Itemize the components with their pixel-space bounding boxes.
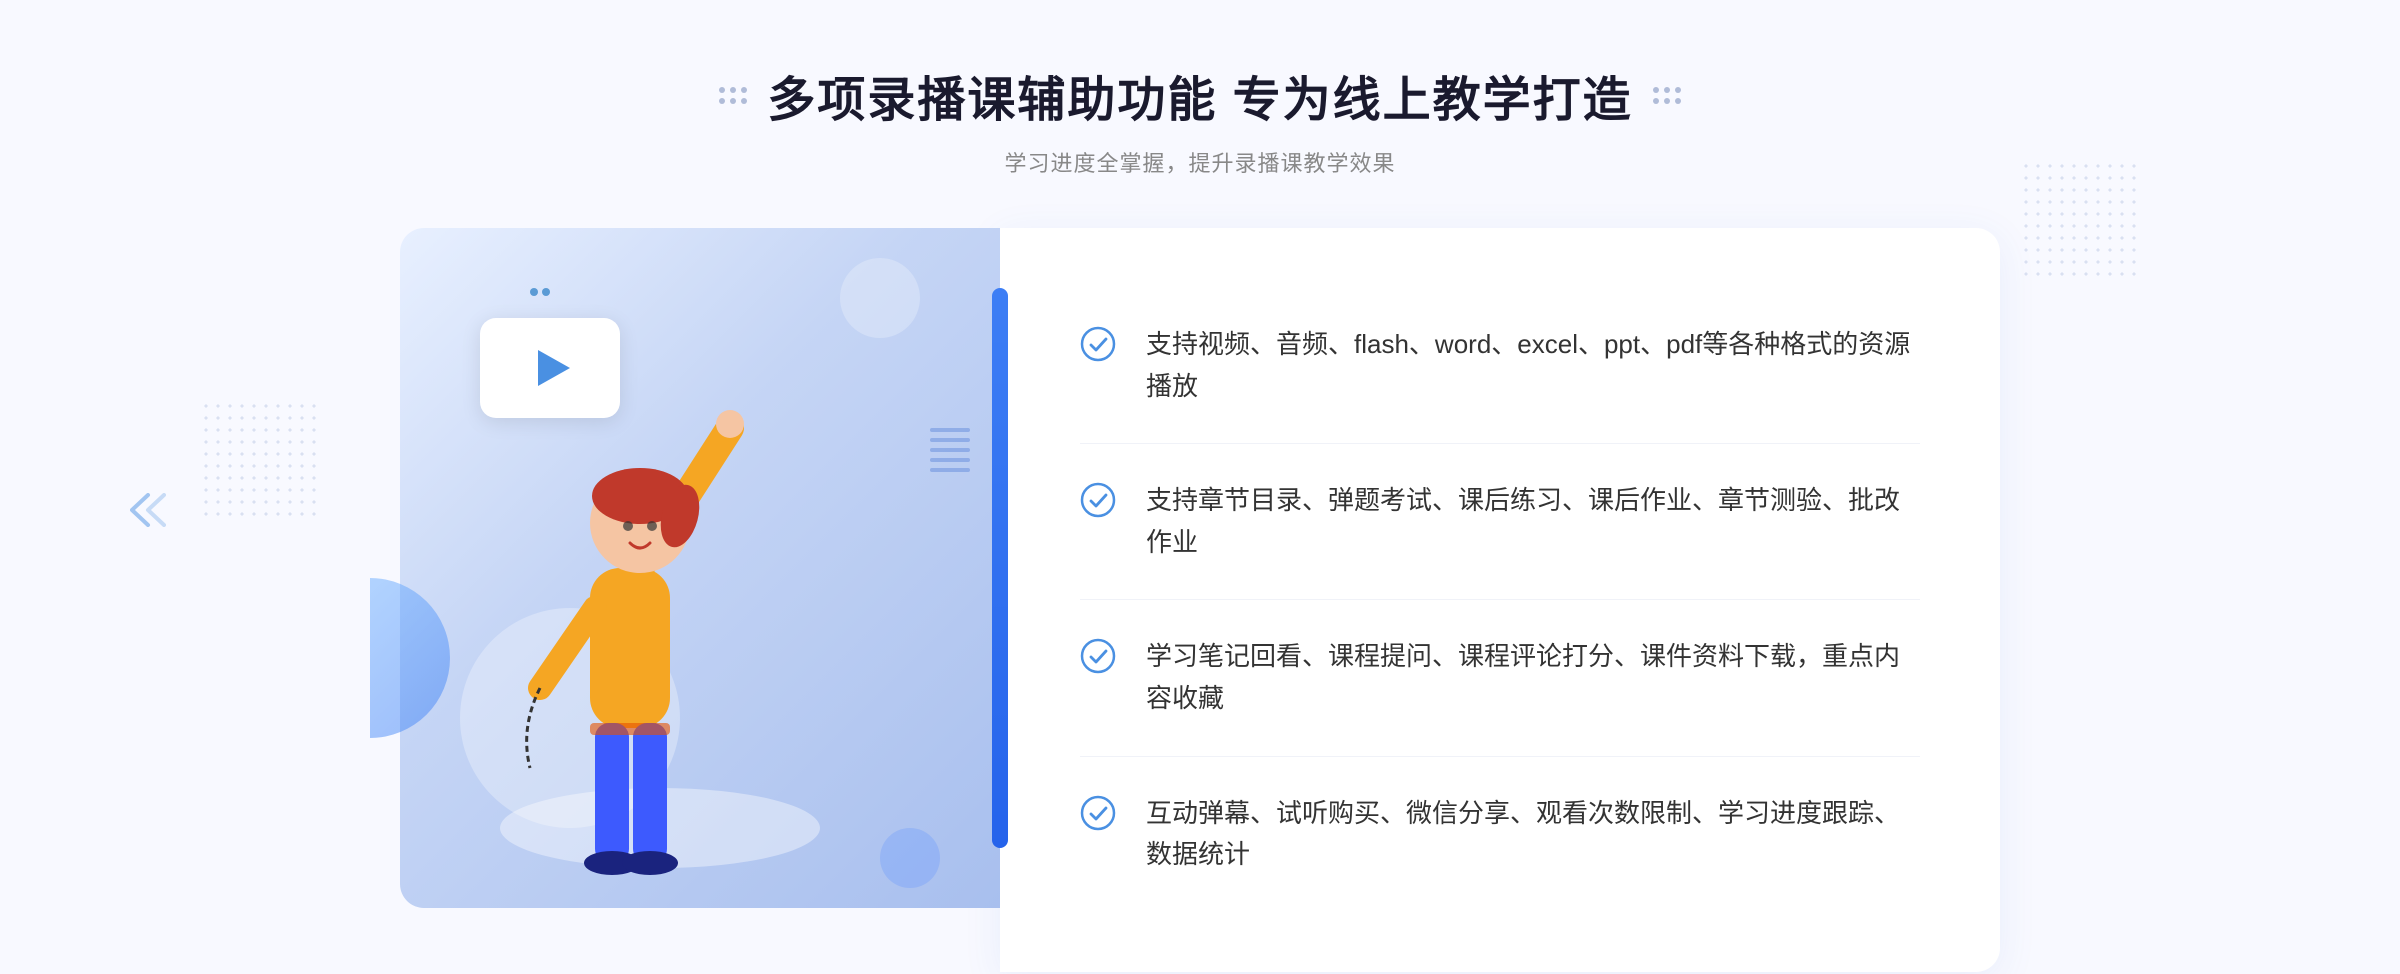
header-dots-right (1653, 87, 1681, 104)
feature-text-3: 学习笔记回看、课程提问、课程评论打分、课件资料下载，重点内容收藏 (1146, 636, 1920, 719)
check-icon-2 (1080, 482, 1116, 518)
image-panel (400, 228, 1000, 908)
feature-item-1: 支持视频、音频、flash、word、excel、ppt、pdf等各种格式的资源… (1080, 288, 1920, 444)
header-dots-left (719, 87, 747, 104)
dot-grid-left (200, 400, 320, 520)
header-decorators: 多项录播课辅助功能 专为线上教学打造 (719, 60, 1680, 130)
feature-item-2: 支持章节目录、弹题考试、课后练习、课后作业、章节测验、批改作业 (1080, 444, 1920, 600)
stripe-decoration (930, 428, 970, 472)
dot-grid-right (2020, 160, 2140, 280)
header-section: 多项录播课辅助功能 专为线上教学打造 学习进度全掌握，提升录播课教学效果 (719, 60, 1680, 178)
content-area: 支持视频、音频、flash、word、excel、ppt、pdf等各种格式的资源… (400, 228, 2000, 972)
content-panel: 支持视频、音频、flash、word、excel、ppt、pdf等各种格式的资源… (1000, 228, 2000, 972)
feature-text-4: 互动弹幕、试听购买、微信分享、观看次数限制、学习进度跟踪、数据统计 (1146, 793, 1920, 876)
left-half-circle (370, 578, 450, 738)
feature-item-3: 学习笔记回看、课程提问、课程评论打分、课件资料下载，重点内容收藏 (1080, 600, 1920, 756)
check-icon-1 (1080, 326, 1116, 362)
deco-circle-topleft (840, 258, 920, 338)
page-container: 多项录播课辅助功能 专为线上教学打造 学习进度全掌握，提升录播课教学效果 (0, 0, 2400, 974)
sub-title: 学习进度全掌握，提升录播课教学效果 (719, 146, 1680, 178)
blue-accent-bar (992, 288, 1008, 848)
play-dots-decoration (530, 288, 550, 296)
check-icon-3 (1080, 638, 1116, 674)
feature-text-1: 支持视频、音频、flash、word、excel、ppt、pdf等各种格式的资源… (1146, 324, 1920, 407)
main-title: 多项录播课辅助功能 专为线上教学打造 (767, 60, 1632, 130)
person-illustration (440, 348, 920, 908)
check-icon-4 (1080, 795, 1116, 831)
feature-text-2: 支持章节目录、弹题考试、课后练习、课后作业、章节测验、批改作业 (1146, 480, 1920, 563)
chevron-arrows-left (120, 490, 170, 539)
feature-item-4: 互动弹幕、试听购买、微信分享、观看次数限制、学习进度跟踪、数据统计 (1080, 757, 1920, 912)
